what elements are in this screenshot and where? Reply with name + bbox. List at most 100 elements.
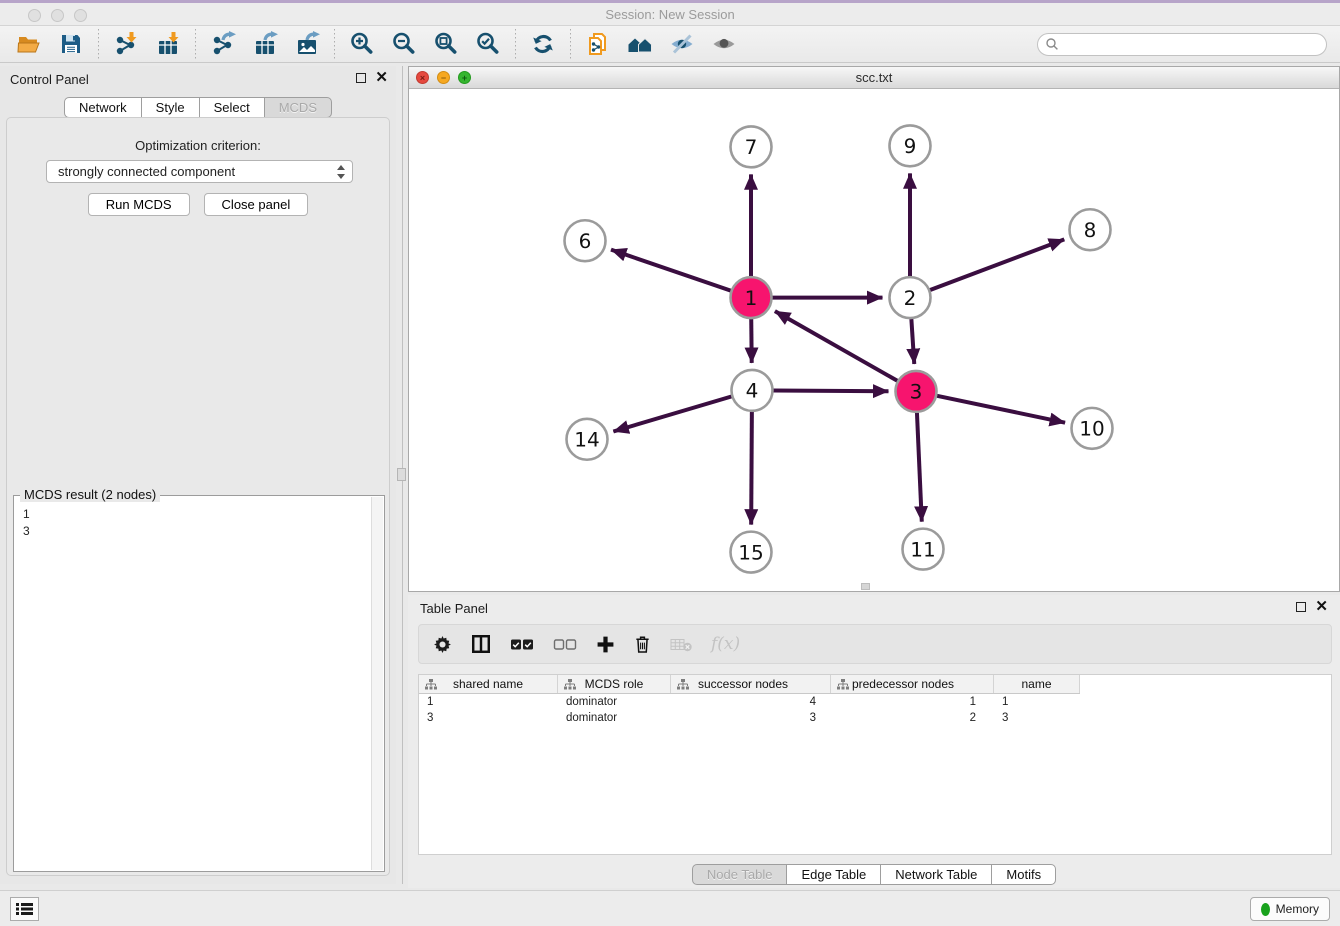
import-network-icon[interactable] [112, 30, 140, 58]
dropdown-stepper-icon [335, 164, 347, 180]
toolbar-separator [334, 29, 335, 59]
result-scrollbar[interactable] [371, 497, 383, 870]
tab-node-table[interactable]: Node Table [692, 864, 788, 885]
open-folder-icon[interactable] [15, 30, 43, 58]
graph-edge-2-8[interactable] [930, 239, 1064, 290]
table-cell[interactable]: 3 [994, 712, 1080, 724]
table-cell[interactable]: 3 [671, 712, 831, 724]
column-header-shared-name[interactable]: shared name [419, 675, 558, 693]
checked-boxes-icon[interactable] [510, 632, 534, 656]
graph-node-8[interactable]: 8 [1070, 209, 1111, 250]
graph-edge-4-3[interactable] [773, 391, 888, 392]
optimization-dropdown[interactable]: strongly connected component [46, 160, 353, 183]
mcds-result-text[interactable]: 1 3 [15, 498, 370, 870]
zoom-in-icon[interactable] [348, 30, 376, 58]
table-panel-title: Table Panel [420, 601, 488, 616]
tab-edge-table[interactable]: Edge Table [786, 864, 881, 885]
table-cell[interactable]: 1 [419, 696, 558, 708]
control-panel: Control Panel ✕ NetworkStyleSelectMCDS O… [0, 66, 396, 884]
eye-icon[interactable] [710, 30, 738, 58]
float-panel-icon[interactable] [356, 73, 366, 83]
window-titlebar: Session: New Session [0, 0, 1340, 26]
tab-motifs[interactable]: Motifs [991, 864, 1056, 885]
column-header-successor-nodes[interactable]: successor nodes [671, 675, 831, 693]
table-row[interactable]: 3dominator323 [419, 710, 1080, 726]
canvas-scroll-thumb[interactable] [861, 583, 870, 590]
graph-node-9[interactable]: 9 [890, 125, 931, 166]
houses-icon[interactable] [626, 30, 654, 58]
export-image-icon[interactable] [293, 30, 321, 58]
save-floppy-icon[interactable] [57, 30, 85, 58]
graph-edge-3-11[interactable] [917, 413, 922, 522]
graph-node-15[interactable]: 15 [731, 532, 772, 573]
column-header-predecessor-nodes[interactable]: predecessor nodes [831, 675, 994, 693]
graph-edge-2-3[interactable] [911, 319, 914, 364]
table-panel: Table Panel ✕ f(x) shared nameMCDS roles… [408, 595, 1340, 888]
splitter-grip[interactable] [397, 468, 406, 481]
svg-text:4: 4 [746, 379, 759, 403]
svg-text:6: 6 [579, 229, 592, 253]
control-panel-tabs: NetworkStyleSelectMCDS [0, 97, 396, 118]
tab-style[interactable]: Style [141, 97, 200, 118]
network-window-titlebar[interactable]: × − + scc.txt [409, 67, 1339, 89]
graph-node-14[interactable]: 14 [567, 419, 608, 460]
zoom-selected-icon[interactable] [474, 30, 502, 58]
import-table-icon[interactable] [154, 30, 182, 58]
table-cell[interactable]: dominator [558, 696, 671, 708]
list-icon [16, 902, 33, 916]
table-cell[interactable]: 3 [419, 712, 558, 724]
node-table: shared nameMCDS rolesuccessor nodesprede… [418, 674, 1332, 855]
close-panel-button[interactable]: Close panel [204, 193, 309, 216]
network-canvas[interactable]: 1 2 3 4 6 7 8 9 10 11 14 15 [409, 89, 1339, 591]
columns-icon[interactable] [471, 632, 491, 656]
plus-icon[interactable] [596, 632, 615, 656]
graph-edge-3-1[interactable] [775, 311, 897, 381]
float-table-panel-icon[interactable] [1296, 602, 1306, 612]
run-mcds-button[interactable]: Run MCDS [88, 193, 190, 216]
graph-node-7[interactable]: 7 [731, 126, 772, 167]
table-row[interactable]: 1dominator411 [419, 694, 1080, 710]
svg-text:1: 1 [745, 286, 758, 310]
table-cell[interactable]: 1 [831, 696, 994, 708]
table-cell[interactable]: 2 [831, 712, 994, 724]
graph-node-2[interactable]: 2 [890, 277, 931, 318]
export-table-icon[interactable] [251, 30, 279, 58]
export-network-icon[interactable] [209, 30, 237, 58]
document-share-icon[interactable] [584, 30, 612, 58]
column-header-MCDS-role[interactable]: MCDS role [558, 675, 671, 693]
close-panel-icon[interactable]: ✕ [375, 72, 388, 84]
graph-node-1[interactable]: 1 [731, 277, 772, 318]
search-input[interactable] [1037, 33, 1327, 56]
refresh-cycle-icon[interactable] [529, 30, 557, 58]
graph-node-4[interactable]: 4 [732, 370, 773, 411]
graph-edge-4-15[interactable] [751, 412, 752, 525]
graph-edge-3-10[interactable] [937, 396, 1065, 423]
graph-node-6[interactable]: 6 [565, 220, 606, 261]
graph-edge-4-14[interactable] [613, 397, 731, 432]
column-header-name[interactable]: name [994, 675, 1080, 693]
toolbar-separator [515, 29, 516, 59]
unchecked-boxes-icon[interactable] [553, 632, 577, 656]
graph-node-10[interactable]: 10 [1072, 408, 1113, 449]
table-cell[interactable]: 1 [994, 696, 1080, 708]
gear-icon[interactable] [433, 632, 452, 656]
zoom-out-icon[interactable] [390, 30, 418, 58]
trash-icon[interactable] [634, 632, 651, 656]
table-cell[interactable]: 4 [671, 696, 831, 708]
eye-slash-icon[interactable] [668, 30, 696, 58]
task-history-button[interactable] [10, 897, 39, 921]
tab-mcds[interactable]: MCDS [264, 97, 332, 118]
graph-node-11[interactable]: 11 [903, 529, 944, 570]
close-table-panel-icon[interactable]: ✕ [1315, 601, 1328, 613]
zoom-fit-icon[interactable] [432, 30, 460, 58]
tab-network[interactable]: Network [64, 97, 142, 118]
panel-splitter[interactable] [396, 66, 408, 884]
tab-select[interactable]: Select [199, 97, 265, 118]
function-fx-icon: f(x) [711, 632, 740, 656]
graph-node-3[interactable]: 3 [896, 371, 937, 412]
memory-button[interactable]: Memory [1250, 897, 1330, 921]
tab-network-table[interactable]: Network Table [880, 864, 992, 885]
table-cell[interactable]: dominator [558, 712, 671, 724]
graph-edge-1-6[interactable] [611, 250, 731, 291]
optimization-label: Optimization criterion: [7, 138, 389, 153]
